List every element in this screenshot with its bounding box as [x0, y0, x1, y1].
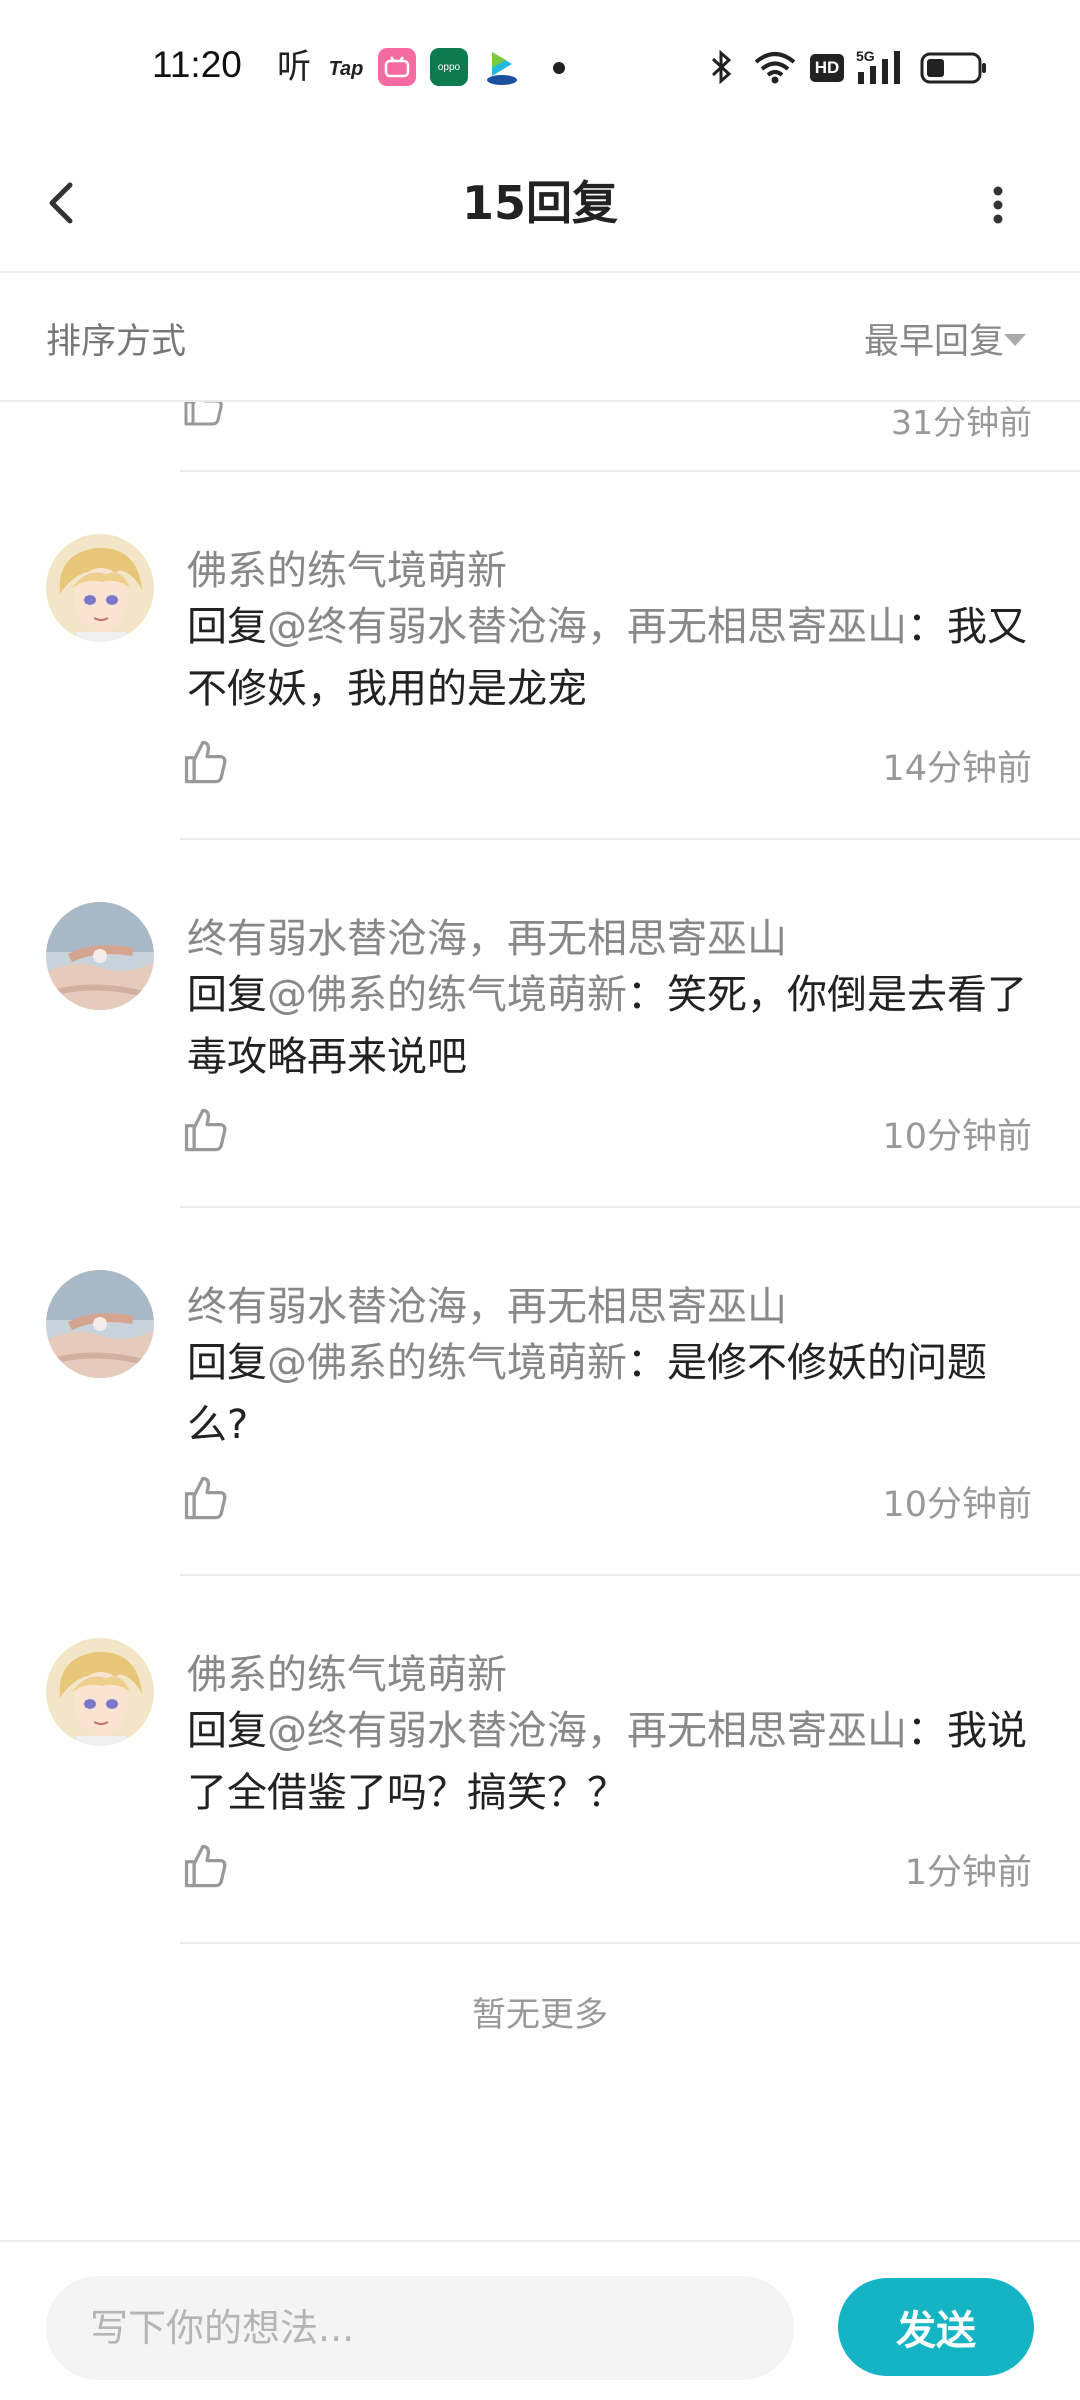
reply-prefix: 回复 — [187, 1340, 267, 1386]
thumbs-up-icon[interactable] — [180, 402, 226, 428]
avatar[interactable] — [46, 534, 154, 642]
mention-link[interactable]: @佛系的练气境萌新 — [267, 972, 627, 1018]
hd-icon: HD — [810, 54, 844, 82]
reply-content: 回复@终有弱水替沧海，再无相思寄巫山：我说了全借鉴了吗？搞笑？？ — [187, 1700, 1037, 1824]
more-options-icon[interactable] — [976, 165, 1020, 245]
thumbs-up-icon — [184, 740, 227, 784]
like-button[interactable] — [180, 1840, 230, 1890]
hand-sky-avatar-icon — [46, 1270, 154, 1378]
reply-content: 回复@佛系的练气境萌新：笑死，你倒是去看了毒攻略再来说吧 — [187, 964, 1037, 1088]
reply-prefix: 回复 — [187, 1708, 267, 1754]
reply-content: 回复@终有弱水替沧海，再无相思寄巫山：我又不修妖，我用的是龙宠 — [187, 596, 1037, 720]
thumbs-up-icon — [184, 1476, 227, 1520]
reply-prefix: 回复 — [187, 972, 267, 1018]
reply-time: 1分钟前 — [904, 1853, 1032, 1893]
caret-down-icon[interactable] — [1004, 334, 1026, 346]
ting-icon: 听 — [277, 46, 311, 87]
thumbs-up-icon — [184, 1844, 227, 1888]
tap-icon: Tap — [328, 57, 364, 80]
blonde-boy-avatar-icon — [46, 534, 154, 642]
bluetooth-icon — [706, 48, 736, 86]
mention-link[interactable]: @终有弱水替沧海，再无相思寄巫山 — [267, 604, 907, 650]
send-button[interactable]: 发送 — [838, 2278, 1034, 2376]
sort-bar: 排序方式 最早回复 — [0, 273, 1080, 402]
page-title: 15回复 — [461, 176, 618, 230]
username[interactable]: 终有弱水替沧海，再无相思寄巫山 — [187, 1274, 787, 1332]
avatar[interactable] — [46, 902, 154, 1010]
bilibili-icon — [378, 48, 416, 86]
composer-bar: 发送 — [0, 2240, 1080, 2400]
status-bar: 11:20 听 Tap oppo HD 5G — [0, 0, 1080, 135]
hand-sky-avatar-icon — [46, 902, 154, 1010]
like-button[interactable] — [180, 1472, 230, 1522]
previous-reply-footer: 31分钟前 — [0, 402, 1080, 470]
username[interactable]: 佛系的练气境萌新 — [187, 1642, 507, 1700]
avatar[interactable] — [46, 1270, 154, 1378]
signal-5g-icon: 5G — [856, 48, 908, 86]
like-button[interactable] — [180, 736, 230, 786]
reply-item: 佛系的练气境萌新 回复@终有弱水替沧海，再无相思寄巫山：我又不修妖，我用的是龙宠… — [0, 472, 1080, 840]
svg-text:5G: 5G — [856, 48, 875, 64]
wifi-icon — [752, 48, 798, 86]
username[interactable]: 终有弱水替沧海，再无相思寄巫山 — [187, 906, 787, 964]
avatar[interactable] — [46, 1638, 154, 1746]
battery-icon — [920, 52, 988, 84]
reply-time: 31分钟前 — [891, 403, 1032, 442]
sort-label: 排序方式 — [46, 322, 187, 362]
reply-content: 回复@佛系的练气境萌新：是修不修妖的问题么? — [187, 1332, 1037, 1456]
video-play-icon — [482, 48, 522, 86]
username[interactable]: 佛系的练气境萌新 — [187, 538, 507, 596]
no-more-text: 暂无更多 — [472, 1995, 608, 2035]
mention-link[interactable]: @终有弱水替沧海，再无相思寄巫山 — [267, 1708, 907, 1754]
reply-item: 终有弱水替沧海，再无相思寄巫山 回复@佛系的练气境萌新：是修不修妖的问题么? 1… — [0, 1208, 1080, 1576]
like-button[interactable] — [180, 1104, 230, 1154]
reply-prefix: 回复 — [187, 604, 267, 650]
reply-time: 10分钟前 — [882, 1117, 1032, 1157]
top-bar: 15回复 — [0, 135, 1080, 273]
divider — [180, 1942, 1080, 1944]
blonde-boy-avatar-icon — [46, 1638, 154, 1746]
mention-link[interactable]: @佛系的练气境萌新 — [267, 1340, 627, 1386]
reply-list[interactable]: 31分钟前 佛系的练气境萌新 回复@终有弱水替沧海，再无相思寄巫山：我又不修妖，… — [0, 402, 1080, 2240]
reply-time: 10分钟前 — [882, 1485, 1032, 1525]
notification-dot — [553, 62, 565, 74]
status-time: 11:20 — [152, 44, 242, 85]
oppo-icon: oppo — [430, 48, 468, 86]
thumbs-up-icon — [184, 1108, 227, 1152]
reply-item: 佛系的练气境萌新 回复@终有弱水替沧海，再无相思寄巫山：我说了全借鉴了吗？搞笑？… — [0, 1576, 1080, 1944]
reply-time: 14分钟前 — [882, 749, 1032, 789]
sort-dropdown[interactable]: 最早回复 — [864, 313, 1004, 364]
reply-item: 终有弱水替沧海，再无相思寄巫山 回复@佛系的练气境萌新：笑死，你倒是去看了毒攻略… — [0, 840, 1080, 1208]
comment-input[interactable] — [46, 2276, 794, 2380]
